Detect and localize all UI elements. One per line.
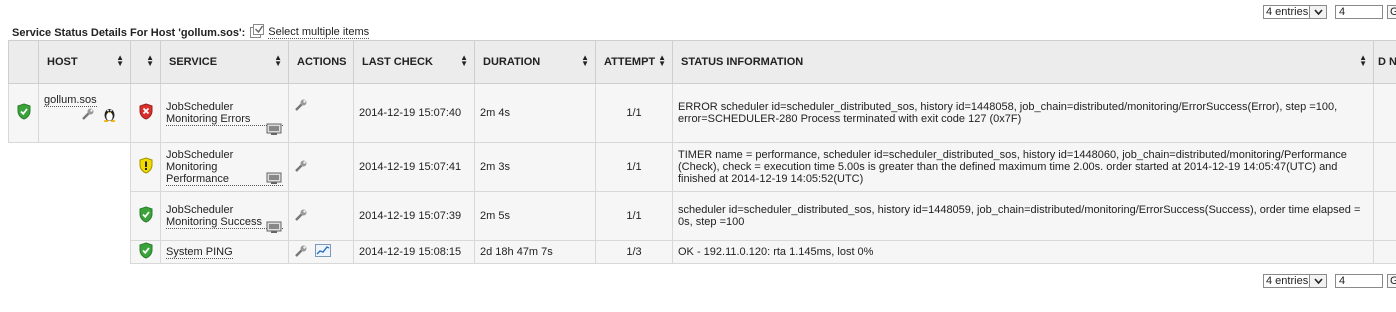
actions-column-header: ACTIONS bbox=[288, 40, 354, 84]
page-number-input[interactable]: 4 bbox=[1335, 274, 1383, 288]
monitor-icon[interactable] bbox=[266, 221, 282, 237]
ok-shield-icon bbox=[138, 242, 154, 262]
status-information-column-header[interactable]: STATUS INFORMATION ▲ ▼ bbox=[672, 40, 1374, 84]
host-cell-empty bbox=[38, 240, 131, 264]
attempt-cell: 1/1 bbox=[595, 83, 673, 143]
service-cell: System PING bbox=[160, 240, 289, 264]
chevron-down-icon bbox=[1309, 275, 1326, 287]
status-information-cell: OK - 192.11.0.120: rta 1.145ms, lost 0% bbox=[672, 240, 1374, 264]
host-cell: gollum.sos bbox=[38, 83, 131, 143]
attempt-cell: 1/3 bbox=[595, 240, 673, 264]
host-status-cell-empty bbox=[8, 240, 39, 264]
duration-cell: 2m 3s bbox=[474, 142, 596, 192]
service-status-cell bbox=[130, 142, 161, 192]
host-status-cell bbox=[8, 83, 39, 143]
table-row: JobScheduler Monitoring Success 2014-12-… bbox=[8, 191, 1396, 241]
host-cell-empty bbox=[38, 191, 131, 241]
monitor-icon[interactable] bbox=[266, 123, 282, 139]
monitor-icon[interactable] bbox=[266, 172, 282, 188]
service-link[interactable]: System PING bbox=[166, 246, 233, 259]
last-check-cell: 2014-12-19 15:07:41 bbox=[353, 142, 475, 192]
sort-icon[interactable]: ▲ ▼ bbox=[658, 54, 666, 68]
last-check-column-header[interactable]: LAST CHECK ▲ ▼ bbox=[353, 40, 475, 84]
last-check-cell: 2014-12-19 15:08:15 bbox=[353, 240, 475, 264]
warning-shield-icon bbox=[138, 157, 154, 177]
extra-cell bbox=[1373, 240, 1396, 264]
host-column-header[interactable]: HOST ▲ ▼ bbox=[38, 40, 131, 84]
host-status-column-header bbox=[8, 40, 39, 84]
chevron-down-icon bbox=[1309, 6, 1326, 18]
extra-cell bbox=[1373, 83, 1396, 143]
actions-cell bbox=[288, 191, 354, 241]
service-column-header[interactable]: SERVICE ▲ ▼ bbox=[160, 40, 289, 84]
status-information-cell: scheduler id=scheduler_distributed_sos, … bbox=[672, 191, 1374, 241]
last-check-cell: 2014-12-19 15:07:40 bbox=[353, 83, 475, 143]
service-status-cell bbox=[130, 83, 161, 143]
attempt-cell: 1/1 bbox=[595, 191, 673, 241]
extra-cell bbox=[1373, 142, 1396, 192]
entries-per-page-select[interactable]: 4 entries bbox=[1263, 5, 1327, 19]
pager-bottom: 4 entries 4 G bbox=[1263, 273, 1396, 289]
service-status-column-header[interactable]: ▲ ▼ bbox=[130, 40, 161, 84]
attempt-column-header[interactable]: ATTEMPT ▲ ▼ bbox=[595, 40, 673, 84]
host-status-cell-empty bbox=[8, 142, 39, 192]
service-cell: JobScheduler Monitoring Performance bbox=[160, 142, 289, 192]
table-row: System PING 2014-12-19 15:08:15 2d 18h 4… bbox=[8, 240, 1396, 264]
table-row: gollum.sos JobScheduler Monitoring Error… bbox=[8, 83, 1396, 143]
status-information-cell: TIMER name = performance, scheduler id=s… bbox=[672, 142, 1374, 192]
extra-cell bbox=[1373, 191, 1396, 241]
service-status-table: HOST ▲ ▼ ▲ ▼ SERVICE ▲ ▼ ACTIONS LAST CHECK ▲ ▼… bbox=[8, 40, 1396, 264]
sort-icon[interactable]: ▲ ▼ bbox=[460, 54, 468, 68]
sort-icon[interactable]: ▲ ▼ bbox=[1359, 54, 1367, 68]
ok-shield-icon bbox=[138, 206, 154, 226]
sort-icon[interactable]: ▲ ▼ bbox=[116, 54, 124, 68]
sort-icon[interactable]: ▲ ▼ bbox=[274, 54, 282, 68]
service-cell: JobScheduler Monitoring Success bbox=[160, 191, 289, 241]
entries-per-page-select[interactable]: 4 entries bbox=[1263, 274, 1327, 288]
service-status-cell bbox=[130, 191, 161, 241]
wrench-icon[interactable] bbox=[294, 208, 308, 225]
ok-shield-icon bbox=[16, 103, 32, 123]
extra-column-header: D N bbox=[1373, 40, 1396, 84]
graph-icon[interactable] bbox=[315, 244, 332, 260]
go-button[interactable]: G bbox=[1387, 274, 1396, 288]
duration-cell: 2d 18h 47m 7s bbox=[474, 240, 596, 264]
sort-icon[interactable]: ▲ ▼ bbox=[581, 54, 589, 68]
last-check-cell: 2014-12-19 15:07:39 bbox=[353, 191, 475, 241]
actions-cell bbox=[288, 240, 354, 264]
page-title-text: Service Status Details For Host 'gollum.… bbox=[12, 26, 246, 39]
wrench-icon[interactable] bbox=[294, 98, 308, 115]
host-status-cell-empty bbox=[8, 191, 39, 241]
actions-cell bbox=[288, 142, 354, 192]
duration-cell: 2m 4s bbox=[474, 83, 596, 143]
page-number-input[interactable]: 4 bbox=[1335, 5, 1383, 19]
go-button[interactable]: G bbox=[1387, 5, 1396, 19]
service-link[interactable]: JobScheduler Monitoring Errors bbox=[166, 101, 283, 126]
actions-cell bbox=[288, 83, 354, 143]
service-cell: JobScheduler Monitoring Errors bbox=[160, 83, 289, 143]
wrench-icon[interactable] bbox=[294, 159, 308, 176]
wrench-icon[interactable] bbox=[81, 107, 95, 124]
sort-icon[interactable]: ▲ ▼ bbox=[146, 54, 154, 68]
table-row: JobScheduler Monitoring Performance 2014… bbox=[8, 142, 1396, 192]
duration-column-header[interactable]: DURATION ▲ ▼ bbox=[474, 40, 596, 84]
critical-shield-icon bbox=[138, 103, 154, 123]
pager-top: 4 entries 4 G bbox=[1263, 4, 1396, 20]
wrench-icon[interactable] bbox=[294, 244, 308, 261]
attempt-cell: 1/1 bbox=[595, 142, 673, 192]
status-information-cell: ERROR scheduler id=scheduler_distributed… bbox=[672, 83, 1374, 143]
service-status-cell bbox=[130, 240, 161, 264]
host-cell-empty bbox=[38, 142, 131, 192]
linux-tux-icon bbox=[103, 106, 116, 125]
duration-cell: 2m 5s bbox=[474, 191, 596, 241]
